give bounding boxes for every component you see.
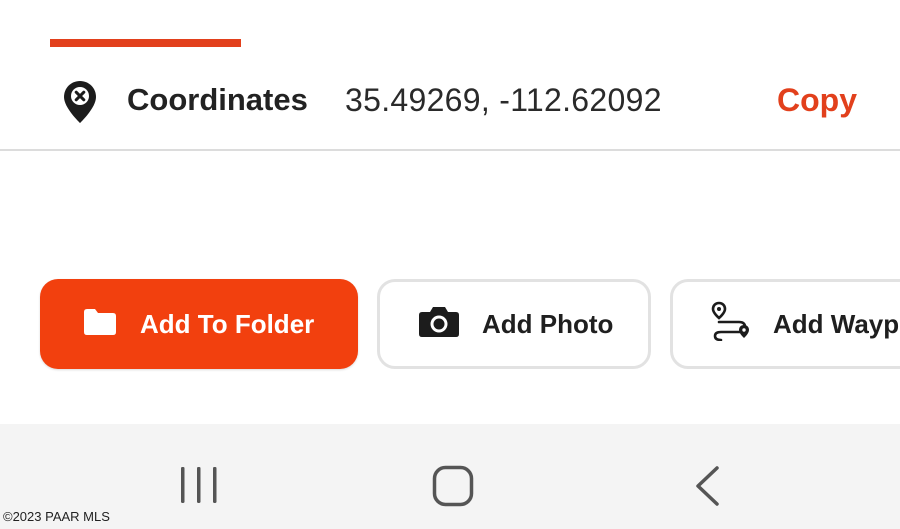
folder-icon [82, 306, 118, 343]
divider [0, 149, 900, 151]
active-tab-indicator [50, 39, 241, 47]
add-photo-button[interactable]: Add Photo [377, 279, 651, 369]
add-waypoint-label: Add Waypo [773, 308, 900, 339]
route-icon [711, 301, 751, 348]
copy-coordinates-button[interactable]: Copy [777, 82, 857, 119]
recent-apps-icon[interactable] [178, 465, 220, 505]
back-icon[interactable] [693, 465, 721, 507]
add-photo-label: Add Photo [482, 308, 614, 339]
camera-icon [418, 304, 460, 345]
add-to-folder-button[interactable]: Add To Folder [40, 279, 358, 369]
map-pin-x-icon [64, 81, 96, 123]
home-icon[interactable] [432, 465, 474, 507]
coordinates-label: Coordinates [127, 82, 308, 117]
add-waypoint-button[interactable]: Add Waypo [670, 279, 900, 369]
watermark: ©2023 PAAR MLS [3, 509, 110, 524]
add-to-folder-label: Add To Folder [140, 308, 315, 339]
coordinates-value: 35.49269, -112.62092 [345, 82, 662, 118]
